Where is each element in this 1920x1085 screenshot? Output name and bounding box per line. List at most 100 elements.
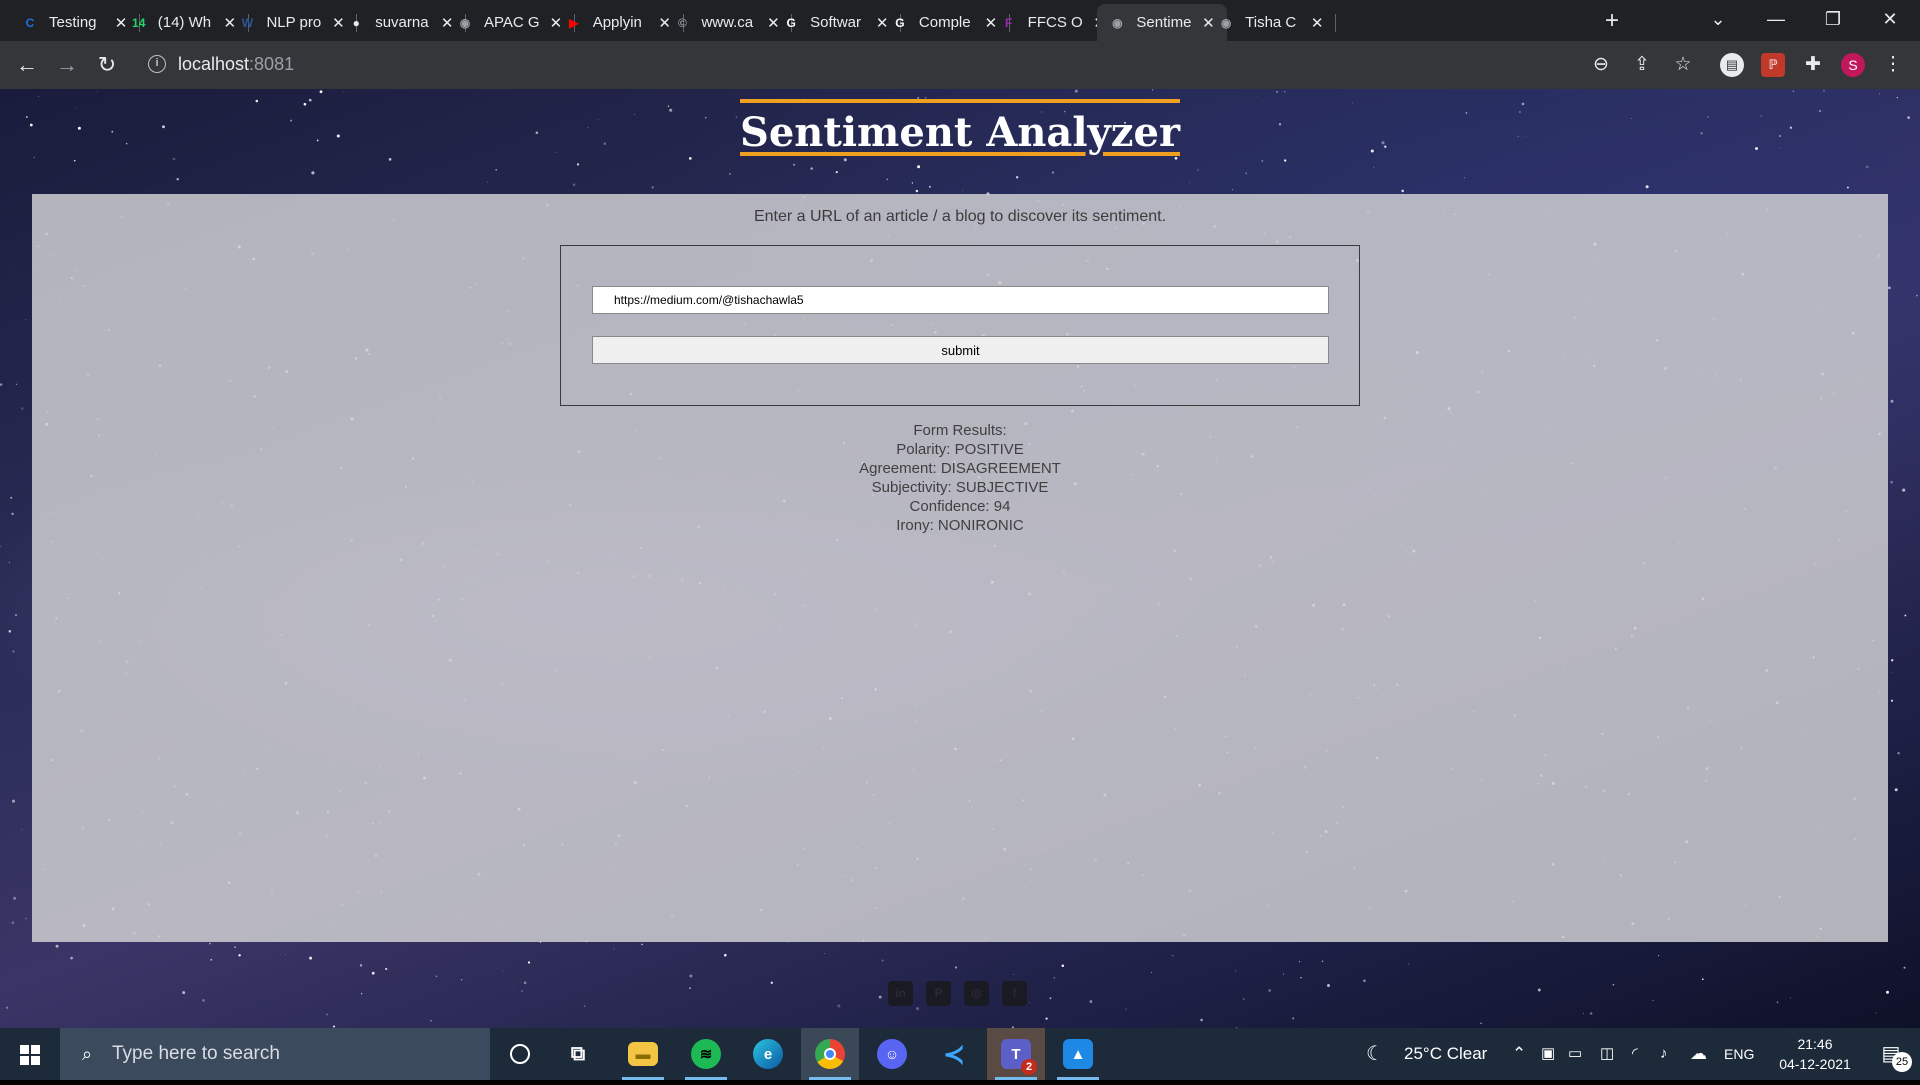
address-bar[interactable]: i localhost:8081 (138, 47, 1558, 83)
star (911, 182, 914, 184)
task-view-button[interactable]: ⧉ (549, 1028, 607, 1080)
star (12, 650, 15, 653)
star (576, 163, 580, 166)
instagram-icon[interactable]: ◎ (964, 981, 989, 1006)
extensions-puzzle-icon[interactable]: ✚ (1801, 53, 1825, 77)
profile-avatar[interactable]: S (1841, 53, 1865, 77)
star (835, 170, 838, 174)
star (1702, 978, 1704, 980)
taskbar-chrome[interactable] (801, 1028, 859, 1080)
extension-icon[interactable]: ▤ (1720, 53, 1744, 77)
url-text[interactable]: localhost:8081 (178, 54, 294, 75)
star (172, 157, 176, 161)
submit-button[interactable]: submit (592, 336, 1329, 364)
wifi-icon[interactable]: ◜ (1632, 1028, 1638, 1080)
tab-separator (1335, 14, 1337, 32)
cortana-button[interactable] (491, 1028, 549, 1080)
star (96, 91, 98, 92)
taskbar-edge[interactable]: e (739, 1028, 797, 1080)
teams-badge: 2 (1021, 1059, 1037, 1075)
edge-icon: e (753, 1039, 783, 1069)
minimize-button[interactable]: — (1748, 0, 1804, 41)
star (1792, 90, 1795, 93)
battery-icon[interactable]: ▭ (1568, 1028, 1582, 1080)
star (309, 956, 313, 960)
star (38, 96, 39, 97)
star (1789, 997, 1792, 999)
star (8, 561, 10, 564)
windows-logo-icon (20, 1045, 40, 1065)
task-view-icon: ⧉ (570, 1042, 586, 1065)
menu-kebab-icon[interactable]: ⋮ (1881, 53, 1905, 77)
star (385, 967, 388, 971)
star (326, 1013, 328, 1016)
bookmark-star-icon[interactable]: ☆ (1671, 53, 1695, 77)
close-window-button[interactable]: ✕ (1862, 0, 1918, 41)
tab-title: Applyin (592, 14, 642, 31)
star (1189, 181, 1191, 183)
taskbar-search-box[interactable]: ⌕ Type here to search (60, 1028, 490, 1080)
star (1045, 1017, 1048, 1020)
star (145, 191, 147, 193)
facebook-icon[interactable]: f (1002, 981, 1027, 1006)
polarity-result: Polarity: POSITIVE (896, 441, 1024, 458)
onedrive-icon[interactable]: ☁ (1690, 1028, 1707, 1080)
tab-title: Sentime (1136, 14, 1192, 31)
tab-title: APAC G (483, 14, 540, 31)
taskbar-photos[interactable]: ▲ (1049, 1028, 1107, 1080)
clock[interactable]: 21:46 04-12-2021 (1766, 1028, 1864, 1080)
star (1051, 171, 1055, 174)
star (688, 157, 692, 160)
zoom-icon[interactable]: ⊖ (1589, 53, 1613, 77)
star (917, 165, 921, 169)
star (689, 987, 691, 989)
tab-search-button[interactable]: ⌄ (1690, 0, 1746, 41)
taskbar-vscode[interactable]: ≺ (925, 1028, 983, 1080)
star (8, 630, 12, 633)
star (689, 974, 693, 978)
forward-button[interactable]: → (53, 51, 81, 79)
star (25, 318, 27, 320)
star (435, 975, 438, 977)
star (21, 828, 23, 830)
star (13, 270, 15, 272)
tab-title: suvarna (375, 14, 429, 31)
reload-button[interactable]: ↻ (93, 51, 121, 79)
display-icon[interactable]: ◫ (1600, 1028, 1614, 1080)
star (70, 956, 73, 960)
weather-widget[interactable]: 25°C Clear (1404, 1028, 1487, 1080)
tab-close-icon[interactable]: ✕ (1308, 14, 1326, 32)
linkedin-icon[interactable]: in (888, 981, 913, 1006)
star (1464, 177, 1466, 179)
maximize-button[interactable]: ❐ (1805, 0, 1861, 41)
taskbar-file-explorer[interactable]: ▬ (614, 1028, 672, 1080)
pinterest-icon[interactable]: P (926, 981, 951, 1006)
volume-icon[interactable]: ♪ (1660, 1028, 1668, 1080)
star (311, 171, 315, 175)
url-input[interactable] (592, 286, 1329, 314)
ffcs-icon: F (1004, 15, 1013, 30)
star (1049, 997, 1052, 1000)
back-button[interactable]: ← (13, 51, 41, 79)
irony-result: Irony: NONIRONIC (896, 517, 1024, 534)
star (1888, 286, 1891, 290)
star (1480, 1022, 1482, 1025)
star (1327, 984, 1330, 987)
taskbar-spotify[interactable]: ≋ (677, 1028, 735, 1080)
show-hidden-icons-button[interactable]: ⌃ (1512, 1028, 1526, 1080)
taskbar-discord[interactable]: ☺ (863, 1028, 921, 1080)
site-info-icon[interactable]: i (148, 55, 166, 73)
notification-center-button[interactable]: ▤ 25 (1866, 1028, 1916, 1080)
star (1537, 988, 1541, 992)
star (1061, 964, 1065, 967)
language-indicator[interactable]: ENG (1724, 1028, 1754, 1080)
star (1890, 399, 1894, 403)
browser-tab[interactable]: ◉ Tisha C ✕ (1206, 4, 1337, 41)
meet-now-icon[interactable]: ▣ (1541, 1028, 1555, 1080)
star (15, 614, 17, 616)
share-icon[interactable]: ⇪ (1630, 53, 1654, 77)
extension-icon[interactable]: ℙ (1761, 53, 1785, 77)
new-tab-button[interactable]: + (1598, 8, 1626, 36)
start-button[interactable] (0, 1028, 60, 1080)
taskbar-teams[interactable]: T2 (987, 1028, 1045, 1080)
